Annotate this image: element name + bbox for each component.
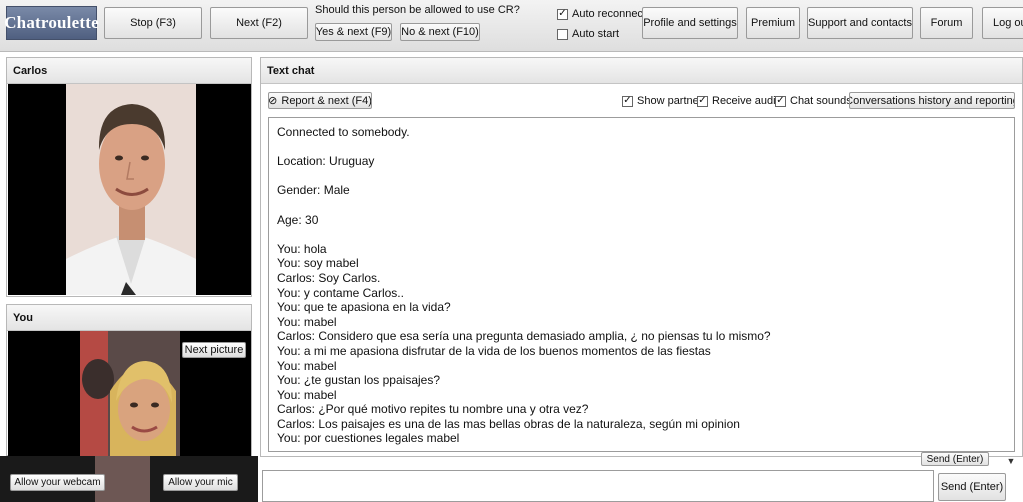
chat-line-blank [277,140,1006,155]
yes-next-button[interactable]: Yes & next (F9) [315,23,392,41]
chat-line: You: y contame Carlos.. [277,285,404,300]
block-icon: ⊘ [268,95,278,107]
chat-sounds-label: Chat sounds [790,95,852,107]
report-next-button[interactable]: ⊘ Report & next (F4) [268,92,372,109]
chat-line: Carlos: ¿Por qué motivo repites tu nombr… [277,402,589,417]
chat-line: You: que te apasiona en la vida? [277,300,451,315]
auto-reconnect-check-icon[interactable]: ✓ [557,8,568,20]
chat-line: You: mabel [277,358,337,373]
allow-mic-button[interactable]: Allow your mic [163,474,238,491]
next-button[interactable]: Next (F2) [210,7,308,39]
send-button-overlay: Send (Enter) [921,452,989,466]
chat-line: You: por cuestiones legales mabel [277,431,460,446]
logout-button[interactable]: Log ou [982,7,1023,39]
webcam-strip: Allow your webcam Allow your mic [0,456,258,502]
allow-webcam-button[interactable]: Allow your webcam [10,474,105,491]
chat-log[interactable]: Connected to somebody. Location: Uruguay… [268,117,1015,452]
receive-audio-checkbox[interactable]: ✓ Receive audio [697,95,782,107]
send-button[interactable]: Send (Enter) [938,473,1006,501]
auto-start-check-icon[interactable] [557,28,568,40]
next-picture-button[interactable]: Next picture [182,342,246,358]
chat-line: Carlos: Considero que esa sería una preg… [277,329,771,344]
cr-permission-question: Should this person be allowed to use CR? [315,4,520,16]
forum-button[interactable]: Forum [920,7,973,39]
chat-line-blank [277,169,1006,184]
your-video: Next picture [8,331,251,456]
auto-reconnect-label: Auto reconnect [572,8,646,20]
top-toolbar: Chatroulette Stop (F3) Next (F2) Should … [0,0,1023,52]
partner-panel: Carlos [6,57,252,297]
chat-line-blank [277,227,1006,242]
you-panel: You Next picture [6,304,252,456]
chat-line: Age: 30 [277,212,319,227]
partner-name: Carlos [7,58,251,84]
chat-line: You: soy mabel [277,256,359,271]
auto-start-label: Auto start [572,28,620,40]
chat-line: Carlos: Soy Carlos. [277,270,381,285]
chat-line: Connected to somebody. [277,125,410,139]
chat-line: You: ¿te gustan los ppaisajes? [277,373,441,388]
no-next-button[interactable]: No & next (F10) [400,23,480,41]
message-input[interactable] [262,470,934,502]
chat-line-blank [277,198,1006,213]
auto-reconnect-checkbox[interactable]: ✓ Auto reconnect [557,8,646,20]
stop-button[interactable]: Stop (F3) [104,7,202,39]
show-partner-check-icon[interactable]: ✓ [622,95,633,107]
auto-start-checkbox[interactable]: Auto start [557,28,619,40]
scroll-down-arrow-icon[interactable]: ▼ [1004,454,1018,468]
chatroulette-logo[interactable]: Chatroulette [4,6,99,40]
text-chat-title: Text chat [261,58,1022,84]
show-partner-label: Show partner [637,95,703,107]
profile-settings-button[interactable]: Profile and settings [642,7,738,39]
chat-sounds-checkbox[interactable]: ✓ Chat sounds [775,95,852,107]
chat-line: You: a mi me apasiona disfrutar de la vi… [277,343,711,358]
partner-video-frame [66,84,196,295]
chat-line: Carlos: Los paisajes es una de las mas b… [277,416,740,431]
partner-video [8,84,251,295]
conversations-history-button[interactable]: Conversations history and reporting [849,92,1015,109]
you-title: You [7,305,251,331]
receive-audio-check-icon[interactable]: ✓ [697,95,708,107]
chat-line: Gender: Male [277,183,350,198]
chat-line: You: hola [277,241,327,256]
chat-sounds-check-icon[interactable]: ✓ [775,95,786,107]
chat-line: You: mabel [277,314,337,329]
support-contacts-button[interactable]: Support and contacts [807,7,913,39]
premium-button[interactable]: Premium [746,7,800,39]
chat-line: You: mabel [277,387,337,402]
your-video-frame [80,331,180,456]
show-partner-checkbox[interactable]: ✓ Show partner [622,95,702,107]
report-next-label: Report & next (F4) [281,94,372,107]
receive-audio-label: Receive audio [712,95,782,107]
chat-line: Location: Uruguay [277,154,375,169]
